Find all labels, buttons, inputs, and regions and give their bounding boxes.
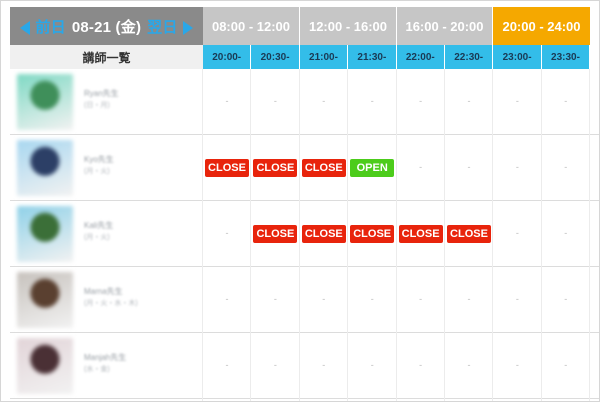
slot-header: 20:30- — [251, 45, 300, 69]
slot-header: 23:00- — [493, 45, 542, 69]
close-slot-button[interactable]: CLOSE — [301, 159, 346, 177]
teacher-schedule-days: (水・金) — [84, 366, 110, 373]
grid-line — [492, 69, 494, 401]
empty-slot: - — [515, 228, 519, 238]
grid-line — [202, 69, 203, 401]
empty-slot: - — [322, 294, 326, 304]
empty-slot: - — [564, 228, 568, 238]
grid-line — [395, 69, 397, 401]
empty-slot: - — [515, 96, 519, 106]
prev-day-link[interactable]: 前日 — [20, 16, 66, 37]
teacher-name[interactable]: Kali先生 — [84, 220, 113, 231]
teacher-avatar[interactable] — [17, 338, 73, 394]
grid-line — [347, 69, 349, 401]
date-navigation: 前日 08-21 (金) 翌日 — [10, 7, 203, 45]
empty-slot: - — [467, 360, 471, 370]
empty-slot: - — [322, 96, 326, 106]
empty-slot: - — [564, 294, 568, 304]
teacher-schedule-days: (日・月) — [84, 102, 110, 109]
empty-slot: - — [467, 162, 471, 172]
empty-slot: - — [370, 360, 374, 370]
time-range-tab-0800[interactable]: 08:00 - 12:00 — [203, 7, 300, 45]
close-slot-button[interactable]: CLOSE — [447, 225, 491, 243]
empty-slot: - — [419, 162, 423, 172]
slot-header: 21:00- — [299, 45, 349, 69]
next-day-label: 翌日 — [147, 18, 178, 36]
time-range-tab-1600[interactable]: 16:00 - 20:00 — [397, 7, 493, 45]
triangle-left-icon — [20, 20, 31, 35]
empty-slot: - — [225, 96, 229, 106]
grid-line — [250, 69, 252, 401]
teacher-schedule-days: (月・火) — [84, 168, 110, 175]
time-range-tab-1200[interactable]: 12:00 - 16:00 — [300, 7, 397, 45]
close-slot-button[interactable]: CLOSE — [253, 225, 298, 243]
schedule-frame: 前日 08-21 (金) 翌日 08:00 - 12:00 12:00 - 16… — [0, 0, 600, 402]
next-day-link[interactable]: 翌日 — [147, 16, 193, 37]
teacher-schedule-days: (月・火・水・木) — [84, 300, 138, 307]
slot-header: 23:30- — [541, 45, 591, 69]
prev-day-label: 前日 — [35, 18, 66, 36]
close-slot-button[interactable]: CLOSE — [205, 159, 249, 177]
empty-slot: - — [273, 294, 277, 304]
teacher-name[interactable]: Marna先生 — [84, 286, 123, 297]
empty-slot: - — [515, 360, 519, 370]
empty-slot: - — [515, 162, 519, 172]
empty-slot: - — [225, 228, 229, 238]
empty-slot: - — [273, 360, 277, 370]
empty-slot: - — [564, 96, 568, 106]
open-slot-button[interactable]: OPEN — [350, 159, 395, 177]
empty-slot: - — [370, 96, 374, 106]
teacher-name[interactable]: Kyo先生 — [84, 154, 114, 165]
empty-slot: - — [322, 360, 326, 370]
teacher-avatar[interactable] — [17, 206, 73, 262]
empty-slot: - — [225, 360, 229, 370]
empty-slot: - — [273, 96, 277, 106]
close-slot-button[interactable]: CLOSE — [253, 159, 298, 177]
slot-header: 20:00- — [203, 45, 252, 69]
empty-slot: - — [564, 360, 568, 370]
slot-header: 22:00- — [396, 45, 445, 69]
teacher-avatar[interactable] — [17, 74, 73, 130]
empty-slot: - — [564, 162, 568, 172]
grid-line — [298, 69, 300, 401]
empty-slot: - — [225, 294, 229, 304]
empty-slot: - — [467, 294, 471, 304]
close-slot-button[interactable]: CLOSE — [301, 225, 346, 243]
empty-slot: - — [467, 96, 471, 106]
grid-line — [540, 69, 542, 401]
triangle-right-icon — [182, 20, 193, 35]
teacher-schedule-days: (月・火) — [84, 234, 110, 241]
teacher-avatar[interactable] — [17, 272, 73, 328]
teacher-list-header: 講師一覧 — [10, 45, 203, 69]
teacher-avatar[interactable] — [17, 140, 73, 196]
close-slot-button[interactable]: CLOSE — [398, 225, 443, 243]
close-slot-button[interactable]: CLOSE — [350, 225, 395, 243]
current-date: 08-21 (金) — [71, 18, 142, 36]
slot-header: 21:30- — [348, 45, 397, 69]
empty-slot: - — [515, 294, 519, 304]
grid-line — [444, 69, 445, 401]
time-range-tab-2000[interactable]: 20:00 - 24:00 — [493, 7, 590, 45]
teacher-name[interactable]: Manjah先生 — [84, 352, 126, 363]
teacher-name[interactable]: Ryan先生 — [84, 88, 119, 99]
grid-line — [589, 69, 591, 401]
empty-slot: - — [419, 360, 423, 370]
slot-header: 22:30- — [445, 45, 494, 69]
empty-slot: - — [419, 96, 423, 106]
empty-slot: - — [370, 294, 374, 304]
empty-slot: - — [419, 294, 423, 304]
